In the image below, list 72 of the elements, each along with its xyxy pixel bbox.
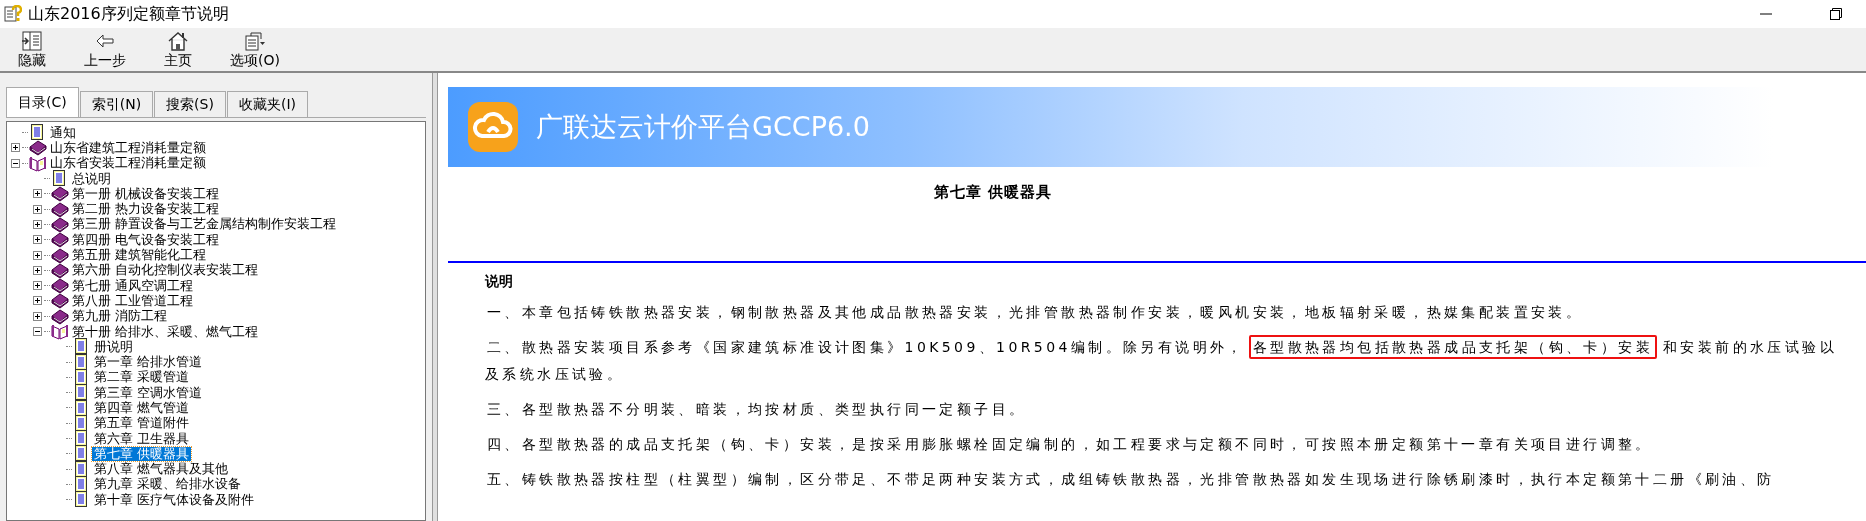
tree-item[interactable]: 第九章 采暖、给排水设备	[92, 477, 244, 492]
expand-icon[interactable]	[33, 250, 42, 260]
window-title: 山东2016序列定额章节说明	[28, 3, 229, 25]
tree-item[interactable]: 第八章 燃气器具及其他	[92, 462, 231, 477]
expand-icon[interactable]	[33, 296, 42, 306]
tree-item[interactable]: 第四册 电气设备安装工程	[70, 232, 222, 247]
tree-item[interactable]: 第一章 给排水管道	[92, 355, 205, 370]
banner-title: 广联达云计价平台GCCP6.0	[536, 110, 870, 144]
tab[interactable]: 搜索(S)	[154, 91, 226, 117]
tree-item[interactable]: 第七章 供暖器具	[92, 446, 192, 461]
tree-item[interactable]: 山东省建筑工程消耗量定额	[48, 140, 208, 155]
toolbar-button[interactable]: 选项(O)	[222, 28, 288, 70]
book-icon	[51, 292, 69, 310]
tree-item[interactable]: 第四章 燃气管道	[92, 401, 192, 415]
book-icon	[51, 231, 69, 249]
expand-icon[interactable]	[33, 265, 42, 275]
book-icon	[51, 277, 69, 295]
section-title: 说明	[485, 273, 514, 291]
tree-item[interactable]: 第八册 工业管道工程	[70, 293, 196, 308]
tab[interactable]: 索引(N)	[79, 91, 154, 117]
tree-item[interactable]: 第五册 建筑智能化工程	[70, 248, 209, 262]
cloud-logo-icon	[468, 102, 518, 152]
book-icon	[51, 215, 69, 233]
toolbar-button[interactable]: 隐藏	[4, 28, 60, 70]
tree-item[interactable]: 第五章 管道附件	[92, 416, 192, 431]
tree-item[interactable]: 册说明	[92, 339, 135, 354]
paragraph: 三、各型散热器不分明装、暗装，均按材质、类型执行同一定额子目。	[486, 400, 1028, 419]
book-icon	[51, 200, 69, 218]
paragraph: 二、散热器安装项目系参考《国家建筑标准设计图集》10K509、10R504编制。除另有说明外， 各型散热器均包括散热器成品支托架（钩、卡）安装 和安装前的水压试验以及系统水压试验。	[485, 334, 1837, 388]
tree-item[interactable]: 第六章 卫生器具	[92, 431, 192, 446]
tree-item[interactable]: 第九册 消防工程	[70, 309, 170, 324]
collapse-icon[interactable]	[11, 158, 20, 168]
restore-icon[interactable]	[1830, 8, 1842, 20]
tree-item[interactable]: 第二册 热力设备安装工程	[70, 202, 222, 217]
tree-item[interactable]: 第三章 空调水管道	[92, 385, 205, 400]
expand-icon[interactable]	[33, 235, 42, 245]
tree-item[interactable]: 第二章 采暖管道	[92, 370, 192, 385]
tree-item[interactable]: 总说明	[70, 171, 113, 186]
tree-item[interactable]: 第一册 机械设备安装工程	[70, 186, 222, 201]
tree-item[interactable]: 通知	[48, 125, 78, 140]
tree-item[interactable]: 第十册 给排水、采暖、燃气工程	[70, 324, 261, 339]
hide-pane-icon	[20, 30, 44, 52]
chapter-heading: 第七章 供暖器具	[933, 183, 1053, 203]
help-file-icon	[4, 5, 22, 23]
tree-item[interactable]: 第七册 通风空调工程	[70, 278, 196, 293]
toolbar-button[interactable]: 上一步	[76, 28, 134, 70]
expand-icon[interactable]	[33, 204, 42, 214]
toolbar-button[interactable]: 主页	[150, 28, 206, 70]
book-icon	[51, 185, 69, 203]
paragraph: 一、本章包括铸铁散热器安装，钢制散热器及其他成品散热器安装，光排管散热器制作安装，暖风机安装，地板辐射采暖，热媒集配装置安装。	[486, 303, 1585, 322]
tree-item[interactable]: 山东省安装工程消耗量定额	[48, 156, 208, 171]
expand-icon[interactable]	[33, 189, 42, 199]
open-book-icon	[51, 323, 69, 340]
expand-icon[interactable]	[33, 311, 42, 321]
book-icon	[51, 246, 69, 264]
book-icon	[51, 307, 69, 325]
tab[interactable]: 收藏夹(I)	[226, 91, 308, 117]
options-icon	[242, 30, 267, 52]
collapse-icon[interactable]	[33, 327, 42, 336]
paragraph: 五、铸铁散热器按柱型（柱翼型）编制，区分带足、不带足两种安装方式，成组铸铁散热器，光排管散热器如发生现场进行除锈刷漆时，执行本定额第十二册《刷油、防	[486, 470, 1776, 489]
expand-icon[interactable]	[33, 219, 42, 229]
book-icon	[51, 261, 69, 279]
open-book-icon	[29, 154, 47, 172]
tree-item[interactable]: 第三册 静置设备与工艺金属结构制作安装工程	[70, 217, 339, 232]
expand-icon[interactable]	[33, 281, 42, 291]
tab[interactable]: 目录(C)	[6, 87, 79, 117]
tree-item[interactable]: 第六册 自动化控制仪表安装工程	[70, 263, 261, 278]
paragraph: 四、各型散热器的成品支托架（钩、卡）安装，是按采用膨胀螺栓固定编制的，如工程要求与定额不同时，可按照本册定额第十一章有关项目进行调整。	[486, 435, 1654, 454]
home-icon	[166, 30, 190, 52]
book-icon	[29, 139, 47, 157]
expand-icon[interactable]	[11, 143, 20, 153]
tree-item[interactable]: 第十章 医疗气体设备及附件	[92, 492, 257, 507]
